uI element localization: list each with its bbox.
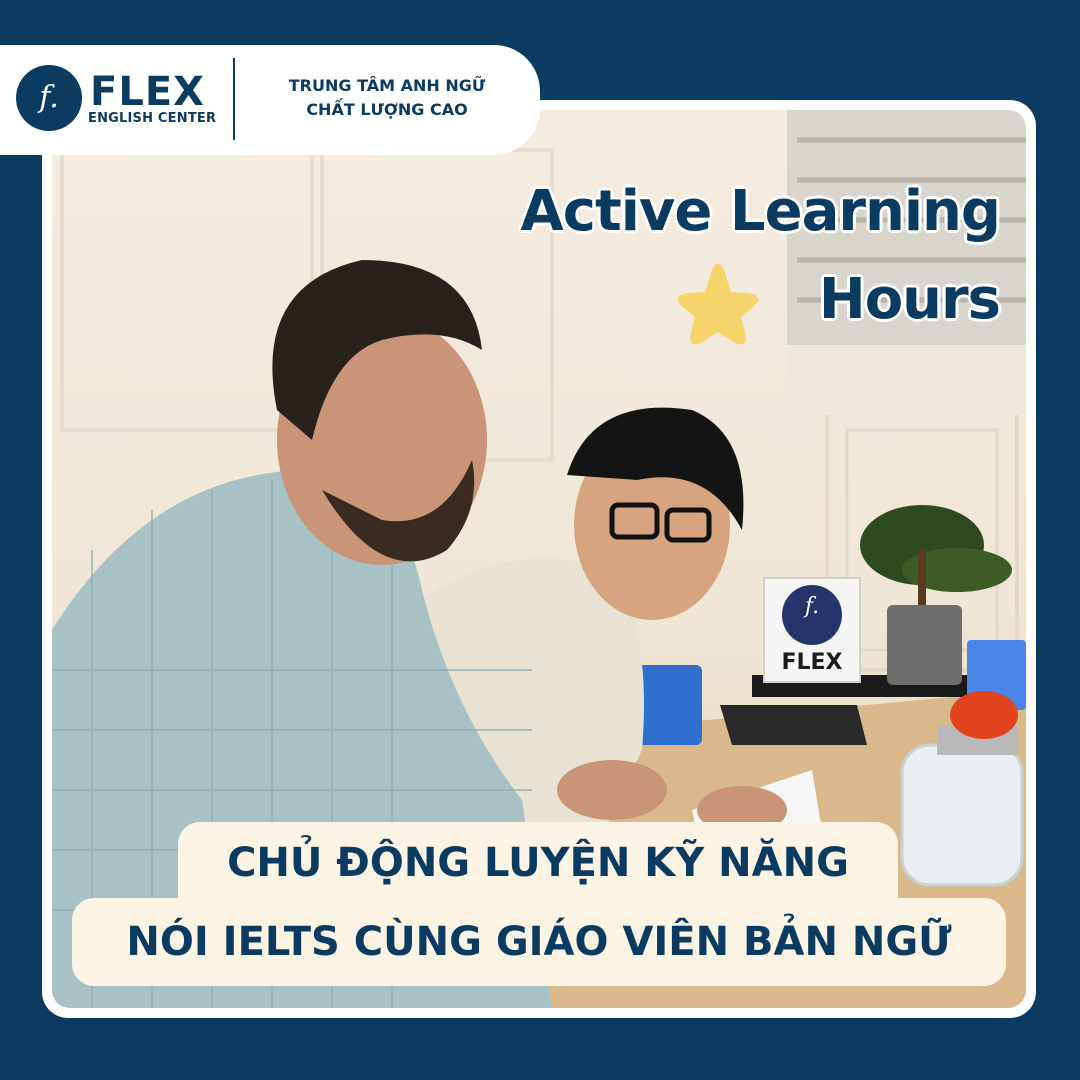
brand-subtitle: ENGLISH CENTER	[88, 111, 217, 126]
tagline-line1: TRUNG TÂM ANH NGỮ	[288, 76, 486, 95]
caption-line2: NÓI IELTS CÙNG GIÁO VIÊN BẢN NGỮ	[72, 898, 1006, 986]
star-icon	[677, 264, 759, 345]
flex-logo-icon: f.	[16, 65, 82, 131]
header-divider	[233, 58, 235, 140]
tagline: TRUNG TÂM ANH NGỮ CHẤT LƯỢNG CAO	[252, 74, 522, 122]
caption-line1: CHỦ ĐỘNG LUYỆN KỸ NĂNG	[178, 822, 898, 904]
brand-name: FLEX	[90, 69, 205, 115]
headline-line1: Active Learning	[520, 179, 1001, 244]
desk-sign-letter: f.	[804, 594, 820, 619]
desk-sign-text: FLEX	[781, 650, 843, 675]
tagline-line2: CHẤT LƯỢNG CAO	[306, 100, 468, 119]
